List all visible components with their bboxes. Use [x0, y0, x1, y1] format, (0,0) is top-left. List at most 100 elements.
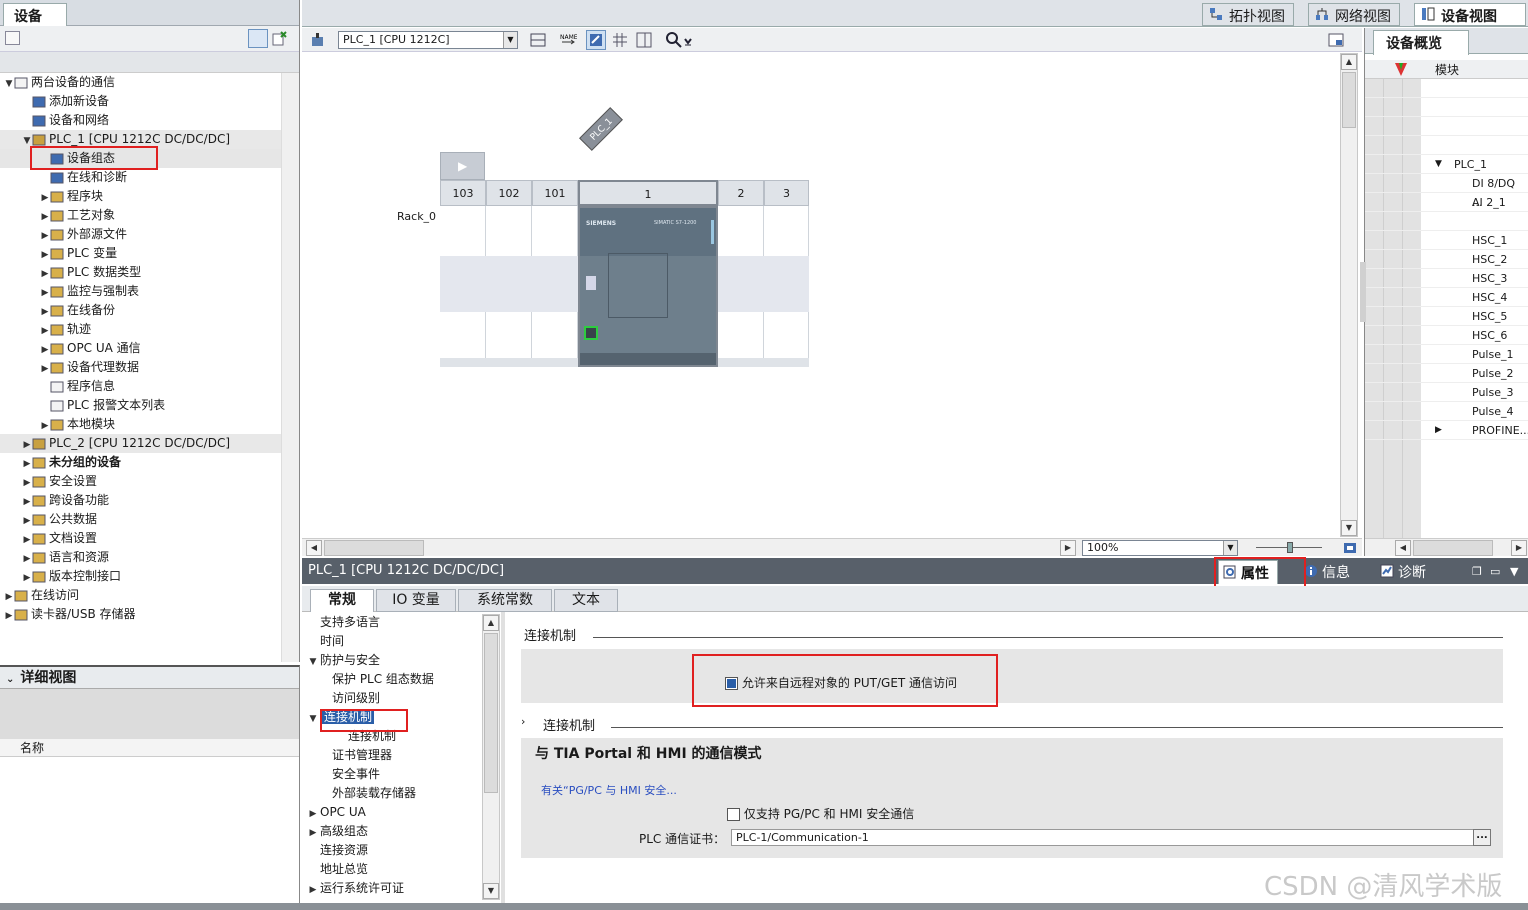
- subtab-general[interactable]: 常规: [310, 589, 374, 612]
- list-view-icon[interactable]: [248, 29, 268, 48]
- slot-101-bottom[interactable]: [532, 312, 578, 358]
- name-icon[interactable]: NAME: [558, 30, 578, 50]
- tree-item[interactable]: ▶ 在线访问: [0, 586, 282, 605]
- tree-add-icon[interactable]: [272, 30, 288, 47]
- overview-hscroll[interactable]: ◀ ▶: [1365, 538, 1528, 556]
- overview-row[interactable]: HSC_2: [1365, 250, 1528, 269]
- overview-row[interactable]: AI 2_1: [1365, 193, 1528, 212]
- nav-item[interactable]: ▶ OPC UA: [308, 803, 366, 822]
- slot-2-bottom[interactable]: [718, 312, 764, 358]
- tab-network-view[interactable]: 网络视图: [1308, 3, 1400, 26]
- tree-item[interactable]: ▶ 外部源文件: [0, 225, 282, 244]
- slot-103-bottom[interactable]: [440, 312, 486, 358]
- tree-item[interactable]: 设备和网络: [0, 111, 282, 130]
- zoom-select[interactable]: 100% ▼: [1082, 540, 1238, 556]
- nav-item[interactable]: ▶ 高级组态: [308, 822, 368, 841]
- zoom-chevron-icon[interactable]: ▼: [1223, 541, 1237, 555]
- expand-arrow-icon[interactable]: ▶: [1435, 421, 1442, 440]
- tab-device-view[interactable]: 设备视图: [1414, 3, 1526, 26]
- tree-scrollbar[interactable]: [281, 73, 299, 662]
- overview-scroll-left-icon[interactable]: ◀: [1395, 540, 1411, 556]
- nav-scrollbar[interactable]: ▲ ▼: [482, 614, 500, 900]
- tree-item[interactable]: ▶ OPC UA 通信: [0, 339, 282, 358]
- slot-3-bottom[interactable]: [764, 312, 809, 358]
- overview-row[interactable]: Pulse_2: [1365, 364, 1528, 383]
- nav-item[interactable]: 外部装载存储器: [308, 784, 416, 803]
- nav-item[interactable]: 连接资源: [308, 841, 368, 860]
- slot-2-top[interactable]: [718, 206, 764, 256]
- scroll-left-icon[interactable]: ◀: [306, 540, 322, 556]
- scroll-up-icon[interactable]: ▲: [1341, 54, 1357, 70]
- canvas-vscroll[interactable]: ▲ ▼: [1340, 53, 1358, 537]
- tree-item[interactable]: ▼ 两台设备的通信: [0, 73, 282, 92]
- overview-row[interactable]: Pulse_1: [1365, 345, 1528, 364]
- grid-icon[interactable]: [610, 30, 630, 50]
- overview-hscroll-thumb[interactable]: [1413, 540, 1493, 556]
- nav-scroll-down-icon[interactable]: ▼: [483, 883, 499, 899]
- canvas-hscroll-thumb[interactable]: [324, 540, 424, 556]
- device-tool-icon[interactable]: [308, 30, 328, 50]
- nav-item[interactable]: 时间: [308, 632, 344, 651]
- overview-row[interactable]: HSC_3: [1365, 269, 1528, 288]
- overview-row[interactable]: [1365, 212, 1528, 231]
- section-expand-icon[interactable]: ›: [521, 715, 525, 728]
- nav-item[interactable]: 地址总览: [308, 860, 368, 879]
- nav-item[interactable]: ▼ 防护与安全: [308, 651, 380, 670]
- cert-browse-button[interactable]: ...: [1473, 829, 1491, 846]
- tree-item[interactable]: ▶ 跨设备功能: [0, 491, 282, 510]
- collapse-panel-icon[interactable]: ▼: [1510, 565, 1518, 578]
- window-minimize-icon[interactable]: ▭: [1490, 565, 1500, 578]
- tree-item[interactable]: ▶ PLC 数据类型: [0, 263, 282, 282]
- cpu-module[interactable]: SIEMENS SIMATIC S7-1200: [578, 206, 718, 367]
- overview-filter-icon[interactable]: [1393, 62, 1409, 77]
- nav-item[interactable]: 访问级别: [308, 689, 380, 708]
- tab-diagnostics[interactable]: 诊断: [1376, 560, 1434, 584]
- nav-item[interactable]: 安全事件: [308, 765, 380, 784]
- device-select[interactable]: PLC_1 [CPU 1212C] ▼: [338, 31, 518, 49]
- overview-row[interactable]: [1365, 117, 1528, 136]
- tab-topology-view[interactable]: 拓扑视图: [1202, 3, 1294, 26]
- tree-item[interactable]: 添加新设备: [0, 92, 282, 111]
- tree-item[interactable]: ▶ 版本控制接口: [0, 567, 282, 586]
- window-restore-icon[interactable]: ❐: [1472, 565, 1482, 578]
- scroll-right-icon[interactable]: ▶: [1060, 540, 1076, 556]
- overview-row[interactable]: HSC_4: [1365, 288, 1528, 307]
- expand-arrow-icon[interactable]: ▶: [308, 881, 318, 900]
- panel-settings-icon[interactable]: [1326, 30, 1346, 50]
- subtab-texts[interactable]: 文本: [554, 589, 618, 612]
- slot-header-102[interactable]: 102: [486, 180, 532, 206]
- overview-row[interactable]: HSC_5: [1365, 307, 1528, 326]
- slot-102-top[interactable]: [486, 206, 532, 256]
- tree-item[interactable]: ▶ 未分组的设备: [0, 453, 282, 472]
- subtab-system-constants[interactable]: 系统常数: [458, 589, 552, 612]
- tree-item[interactable]: ▶ PLC_2 [CPU 1212C DC/DC/DC]: [0, 434, 282, 453]
- tab-info[interactable]: 信息: [1300, 560, 1358, 584]
- slot-3-top[interactable]: [764, 206, 809, 256]
- overview-row[interactable]: [1365, 136, 1528, 155]
- slot-header-1[interactable]: 1: [578, 180, 718, 206]
- module-edit-icon[interactable]: [586, 30, 606, 50]
- scroll-down-icon[interactable]: ▼: [1341, 520, 1357, 536]
- overview-column-module[interactable]: 模块: [1435, 61, 1459, 78]
- tree-item[interactable]: PLC 报警文本列表: [0, 396, 282, 415]
- collapse-icon[interactable]: ⌄: [6, 674, 14, 685]
- tree-item[interactable]: ▶ 监控与强制表: [0, 282, 282, 301]
- overview-tab[interactable]: 设备概览: [1373, 30, 1469, 55]
- slot-header-2[interactable]: 2: [718, 180, 764, 206]
- tree-item[interactable]: ▶ 轨迹: [0, 320, 282, 339]
- security-info-link[interactable]: 有关“PG/PC 与 HMI 安全...: [541, 782, 677, 798]
- tree-item[interactable]: ▶ 设备代理数据: [0, 358, 282, 377]
- subtab-io-tags[interactable]: IO 变量: [376, 589, 456, 612]
- profinet-port-icon[interactable]: [584, 326, 598, 340]
- nav-item[interactable]: 证书管理器: [308, 746, 392, 765]
- rack-icon[interactable]: [528, 30, 548, 50]
- only-pgpc-option[interactable]: 仅支持 PG/PC 和 HMI 安全通信: [727, 805, 914, 822]
- slot-header-103[interactable]: 103: [440, 180, 486, 206]
- fit-view-icon[interactable]: [1342, 540, 1358, 556]
- overview-row[interactable]: HSC_6: [1365, 326, 1528, 345]
- zoom-dropdown-icon[interactable]: [682, 30, 694, 50]
- table-icon[interactable]: [634, 30, 654, 50]
- zoom-slider-thumb[interactable]: [1287, 542, 1293, 553]
- nav-scroll-thumb[interactable]: [484, 633, 498, 793]
- slot-header-101[interactable]: 101: [532, 180, 578, 206]
